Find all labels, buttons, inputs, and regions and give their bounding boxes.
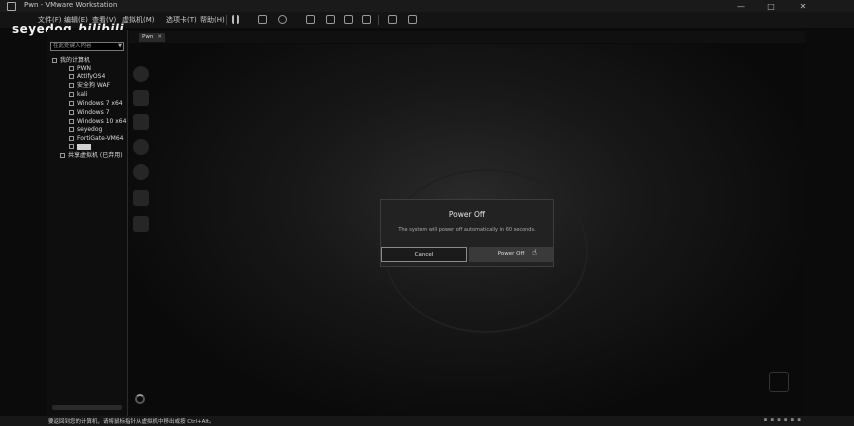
tree-item-vm[interactable]: FortiGate-VM64	[69, 135, 124, 143]
vm-icon	[69, 101, 74, 106]
vm-label: seyedog	[77, 126, 103, 133]
vm-label: 安全狗 WAF	[77, 82, 111, 89]
vm-label: kali	[77, 91, 88, 98]
vm-icon	[69, 127, 74, 132]
dock-app-icon[interactable]	[133, 90, 149, 106]
tree-item-vm[interactable]: Windows 10 x64	[69, 118, 126, 126]
toolbar-separator	[378, 15, 379, 25]
vm-icon	[69, 66, 74, 71]
sidebar-scrollbar[interactable]	[52, 405, 122, 410]
stretch-icon[interactable]	[408, 15, 417, 24]
vm-icon	[69, 92, 74, 97]
power-off-button[interactable]: Power Off	[469, 247, 553, 262]
dock-app-icon[interactable]	[133, 114, 149, 130]
chevron-down-icon[interactable]: ▼	[118, 43, 122, 50]
tree-item-vm[interactable]: 安全狗 WAF	[69, 82, 110, 90]
send-keys-icon[interactable]	[258, 15, 267, 24]
vm-label: Windows 10 x64	[77, 118, 127, 125]
vm-display[interactable]: Power Off The system will power off auto…	[129, 44, 805, 416]
vm-label: AttifyOS4	[77, 73, 106, 80]
status-message: 要返回到您的计算机，请将鼠标指针从虚拟机中移出或按 Ctrl+Alt。	[48, 419, 215, 425]
vm-label: Windows 7	[77, 109, 110, 116]
tree-root-my-computer[interactable]: 我的计算机	[52, 57, 90, 65]
vm-icon	[69, 110, 74, 115]
vmware-app-icon	[7, 2, 16, 11]
cancel-button[interactable]: Cancel	[381, 247, 467, 262]
device-status-icons[interactable]: ▪▪▪▪▪▪	[764, 417, 804, 423]
library-sidebar: 在此处键入内容 ▼ 我的计算机 PWN AttifyOS4 安全狗 WAF ka…	[47, 30, 128, 416]
menu-tabs[interactable]: 选项卡(T)	[166, 15, 197, 25]
vm-icon	[69, 136, 74, 141]
dock-app-icon[interactable]	[133, 190, 149, 206]
menu-bar: 文件(F) 编辑(E) 查看(V) 虚拟机(M) 选项卡(T) 帮助(H)	[0, 12, 854, 28]
library-search-input[interactable]: 在此处键入内容 ▼	[50, 42, 124, 51]
snapshot-icon[interactable]	[278, 15, 287, 24]
shared-vm-icon	[60, 153, 65, 158]
vm-icon	[69, 119, 74, 124]
toolbar-separator	[226, 15, 227, 25]
menu-help[interactable]: 帮助(H)	[200, 15, 225, 25]
minimize-button[interactable]: —	[730, 0, 752, 12]
dock-app-icon[interactable]	[133, 164, 149, 180]
vm-label: PWN	[77, 65, 92, 72]
maximize-button[interactable]: □	[760, 0, 782, 12]
window-title: Pwn - VMware Workstation	[24, 1, 118, 9]
tab-strip: Pwn ✕	[129, 31, 805, 43]
menu-vm[interactable]: 虚拟机(M)	[122, 15, 155, 25]
tree-item-vm-selected[interactable]	[69, 143, 91, 151]
unity-icon[interactable]	[362, 15, 371, 24]
tree-item-vm[interactable]: AttifyOS4	[69, 73, 105, 81]
title-bar: Pwn - VMware Workstation — □ ✕	[0, 0, 854, 12]
tab-label: Pwn	[142, 34, 154, 40]
close-button[interactable]: ✕	[792, 0, 814, 12]
tree-item-vm[interactable]: PWN	[69, 65, 91, 73]
dialog-message: The system will power off automatically …	[398, 227, 536, 233]
vm-icon	[69, 83, 74, 88]
computer-icon	[52, 58, 57, 63]
shared-label: 共享虚拟机 (已弃用)	[68, 152, 123, 159]
vm-label: Windows 7 x64	[77, 100, 123, 107]
console-icon[interactable]	[388, 15, 397, 24]
dialog-title: Power Off	[448, 210, 486, 219]
desktop-logo-icon	[769, 372, 789, 392]
manage-snapshots-icon[interactable]	[326, 15, 335, 24]
tree-root-label: 我的计算机	[60, 57, 91, 64]
tree-item-vm[interactable]: kali	[69, 91, 87, 99]
vm-icon	[69, 74, 74, 79]
tree-item-shared[interactable]: 共享虚拟机 (已弃用)	[60, 152, 123, 160]
tree-item-vm[interactable]: seyedog	[69, 126, 102, 134]
dock-app-icon[interactable]	[133, 139, 149, 155]
vm-icon	[69, 144, 74, 149]
tree-item-vm[interactable]: Windows 7 x64	[69, 100, 123, 108]
selected-vm-highlight	[77, 143, 91, 150]
tab-pwn[interactable]: Pwn ✕	[139, 33, 165, 42]
power-off-dialog: Power Off The system will power off auto…	[380, 199, 554, 267]
tree-item-vm[interactable]: Windows 7	[69, 109, 110, 117]
status-bar: 要返回到您的计算机，请将鼠标指针从虚拟机中移出或按 Ctrl+Alt。 ▪▪▪▪…	[0, 416, 854, 426]
pause-icon[interactable]	[232, 15, 239, 24]
close-icon[interactable]: ✕	[157, 34, 162, 40]
dock-app-icon[interactable]	[133, 216, 149, 232]
loading-spinner-icon	[135, 394, 145, 404]
revert-icon[interactable]	[306, 15, 315, 24]
mouse-cursor-icon: ☝	[532, 248, 537, 257]
dock-app-icon[interactable]	[133, 66, 149, 82]
fullscreen-icon[interactable]	[344, 15, 353, 24]
vm-label: FortiGate-VM64	[77, 135, 124, 142]
search-placeholder: 在此处键入内容	[53, 43, 92, 49]
